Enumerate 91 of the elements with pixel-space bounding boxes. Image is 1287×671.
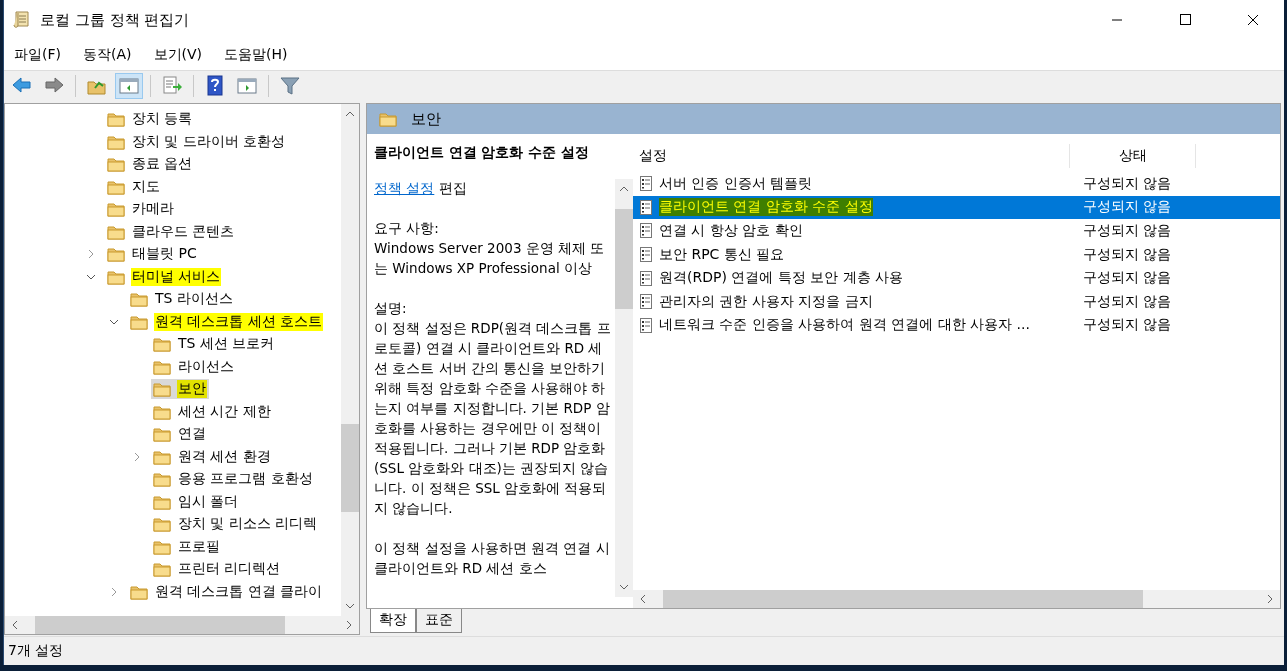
scroll-thumb[interactable] — [35, 616, 285, 634]
tree-item[interactable]: 연결 — [151, 424, 209, 445]
policy-icon — [639, 269, 653, 287]
scroll-thumb[interactable] — [615, 209, 633, 309]
description-text: 설명: 이 정책 설정은 RDP(원격 데스크톱 프로토콜) 연결 시 클라이언트와 RD 세션 호스트 서버 간의 통신을 보안하기 위해 특정 암호화 수준을 사용해야 하는지 여부를 지정합니다. 기본 RDP 암호화를 사용하는 경우에만 이 정책이 적용됩니다. 그러나 기본 RDP 암호화(SSL 암호화와 대조)는 권장되지 않습니다. 이 정책은 SSL 암호화에 적용되지 않습니다. — [374, 299, 611, 518]
menu-item[interactable]: 동작(A) — [83, 44, 132, 66]
policy-icon — [639, 246, 653, 264]
folder-icon — [153, 470, 171, 489]
window-title: 로컬 그룹 정책 편집기 — [40, 10, 191, 30]
app-icon — [12, 10, 32, 30]
column-header[interactable]: 상태 — [1070, 144, 1196, 168]
setting-name: 클라이언트 연결 암호화 수준 설정 — [659, 198, 873, 217]
pane-title: 보안 — [411, 109, 441, 129]
folder-icon — [107, 110, 125, 129]
view-tab[interactable]: 확장 — [370, 609, 416, 633]
filter-icon — [279, 75, 301, 97]
policy-icon — [639, 222, 653, 240]
setting-state: 구성되지 않음 — [1083, 269, 1172, 288]
tree-item[interactable]: 종료 옵션 — [105, 154, 196, 175]
folder-icon — [107, 155, 125, 174]
setting-state: 구성되지 않음 — [1083, 245, 1172, 264]
table-row[interactable]: 서버 인증 인증서 템플릿 구성되지 않음 — [633, 172, 1280, 196]
tree-item[interactable]: 응용 프로그램 호환성 — [151, 469, 316, 490]
table-row[interactable]: 클라이언트 연결 암호화 수준 설정 구성되지 않음 — [633, 195, 1280, 220]
tree-item[interactable]: 장치 및 드라이버 호환성 — [105, 131, 289, 152]
setting-state: 구성되지 않음 — [1083, 222, 1172, 240]
table-row[interactable]: 네트워크 수준 인증을 사용하여 원격 연결에 대한 사용자 ... 구성되지 않음 — [633, 313, 1280, 338]
setting-name: 네트워크 수준 인증을 사용하여 원격 연결에 대한 사용자 ... — [659, 316, 1030, 335]
policy-icon — [639, 198, 653, 216]
description-text: 요구 사항: Windows Server 2003 운영 체제 또는 Windows XP Professional 이상 — [374, 219, 606, 278]
view-tab[interactable]: 표준 — [416, 609, 462, 633]
tree-item[interactable]: 보안 — [151, 379, 209, 400]
menu-item[interactable]: 파일(F) — [14, 44, 61, 66]
tree-item[interactable]: TS 라이선스 — [128, 289, 236, 310]
description-text: 이 정책 설정을 사용하면 원격 연결 시 클라이언트와 RD 세션 호스 — [374, 539, 611, 578]
policy-icon — [639, 316, 653, 334]
folder-icon — [153, 425, 171, 444]
folder-icon — [153, 335, 171, 354]
setting-state: 구성되지 않음 — [1083, 174, 1172, 193]
folder-icon — [153, 515, 171, 534]
table-row[interactable]: 관리자의 권한 사용자 지정을 금지 구성되지 않음 — [633, 289, 1280, 314]
setting-name: 관리자의 권한 사용자 지정을 금지 — [659, 292, 873, 311]
horizontal-scrollbar[interactable] — [5, 616, 359, 634]
tree-item[interactable]: 세션 시간 제한 — [151, 401, 274, 422]
menu-item[interactable]: 도움말(H) — [224, 44, 288, 66]
tree-item[interactable]: 프린터 리디렉션 — [151, 559, 284, 580]
status-text: 7개 설정 — [8, 642, 64, 660]
table-row[interactable]: 원격(RDP) 연결에 특정 보안 계층 사용 구성되지 않음 — [633, 266, 1280, 290]
menu-item[interactable]: 보기(V) — [153, 44, 202, 66]
tree-item[interactable]: 태블릿 PC — [105, 244, 200, 265]
tree-item[interactable]: 프로필 — [151, 536, 223, 557]
edit-label: 편집 — [438, 180, 467, 196]
export-list-icon — [161, 75, 183, 97]
setting-state: 구성되지 않음 — [1083, 316, 1172, 335]
folder-icon — [379, 110, 399, 128]
tree-item[interactable]: 장치 등록 — [105, 109, 196, 130]
tree-item[interactable]: 원격 세션 환경 — [151, 446, 274, 467]
horizontal-scrollbar[interactable] — [633, 590, 1280, 608]
vertical-scrollbar[interactable] — [615, 179, 633, 597]
tree-item[interactable]: 지도 — [105, 176, 163, 197]
setting-name: 서버 인증 인증서 템플릿 — [659, 174, 813, 193]
folder-icon — [153, 380, 171, 399]
scroll-thumb[interactable] — [663, 590, 1143, 608]
folder-icon — [107, 245, 125, 264]
policy-setting-link[interactable]: 정책 설정 — [374, 180, 435, 196]
setting-state: 구성되지 않음 — [1083, 198, 1172, 217]
table-row[interactable]: 보안 RPC 통신 필요 구성되지 않음 — [633, 242, 1280, 267]
tree-item[interactable]: 원격 데스크톱 연결 클라이 — [128, 581, 326, 602]
folder-icon — [107, 200, 125, 219]
tree-item[interactable]: TS 세션 브로커 — [151, 334, 278, 355]
tree-item[interactable]: 라이선스 — [151, 356, 237, 377]
setting-name: 보안 RPC 통신 필요 — [659, 245, 785, 264]
help-icon — [204, 75, 226, 97]
action-pane-icon — [236, 75, 258, 97]
description-title: 클라이언트 연결 암호화 수준 설정 — [374, 143, 590, 162]
setting-state: 구성되지 않음 — [1083, 292, 1172, 311]
tree-item[interactable]: 장치 및 리소스 리디렉 — [151, 514, 321, 535]
vertical-scrollbar[interactable] — [341, 104, 359, 616]
pane-toggle-icon — [118, 75, 140, 97]
policy-icon — [639, 293, 653, 311]
policy-icon — [639, 175, 653, 193]
setting-name: 원격(RDP) 연결에 특정 보안 계층 사용 — [659, 269, 904, 288]
tree-item[interactable]: 임시 폴더 — [151, 491, 242, 512]
folder-icon — [130, 290, 148, 309]
setting-name: 연결 시 항상 암호 확인 — [659, 222, 803, 240]
table-row[interactable]: 연결 시 항상 암호 확인 구성되지 않음 — [633, 219, 1280, 243]
tree-item[interactable]: 카메라 — [105, 199, 177, 220]
column-header[interactable]: 설정 — [633, 144, 1070, 168]
scroll-thumb[interactable] — [341, 424, 359, 512]
folder-icon — [153, 560, 171, 579]
tree-item[interactable]: 클라우드 콘텐츠 — [105, 221, 238, 242]
